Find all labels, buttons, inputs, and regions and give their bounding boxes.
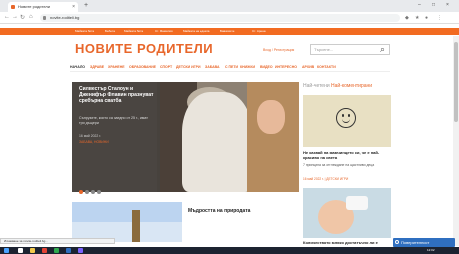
article-image[interactable] — [72, 202, 182, 242]
browser-tab-strip: Новите родители × + – □ × — [0, 0, 459, 12]
article-title[interactable]: Мъдростта на природата — [188, 208, 250, 214]
new-tab-button[interactable]: + — [84, 2, 88, 10]
menu-item[interactable]: СПОРТ — [160, 65, 172, 69]
menu-item[interactable]: АРХИВ — [302, 65, 314, 69]
sidebar-article-date: 16 май 2022 г. | ДЕТСКИ ИГРИ — [303, 177, 349, 181]
menu-item[interactable]: С ПЕТИ — [225, 65, 238, 69]
menu-item-home[interactable]: НАЧАЛО — [70, 65, 85, 69]
menu-item[interactable]: ВИДЕО — [260, 65, 273, 69]
hero-category[interactable]: ЗАБАВА, НОВИНИ — [79, 140, 109, 144]
top-strip-link[interactable]: Бебета — [105, 29, 115, 33]
close-window-button[interactable]: × — [446, 2, 449, 8]
top-strip-link[interactable]: Ст. Арена — [252, 29, 266, 33]
home-button[interactable]: ⌂ — [29, 14, 33, 20]
profile-icon[interactable]: ● — [425, 15, 428, 21]
sidebar-article-summary: 7 принципа за отглеждане на щастливи дец… — [303, 163, 375, 167]
app-icon[interactable] — [78, 248, 83, 253]
menu-item[interactable]: КНИЖКИ — [240, 65, 255, 69]
menu-item[interactable]: ИНТЕРЕСНО — [275, 65, 297, 69]
extension-icon[interactable]: ◆ — [405, 15, 409, 21]
search-icon[interactable] — [18, 248, 23, 253]
search-input[interactable]: Търсене... — [310, 44, 390, 55]
sidebar-article-title[interactable]: Количеството мляко достатъчно ли е — [303, 240, 403, 245]
hero-photo-person — [247, 82, 299, 192]
tab-most-commented[interactable]: Най-коментирани — [331, 83, 372, 89]
url-text: novite-roditeli.bg — [50, 15, 80, 20]
minimize-button[interactable]: – — [418, 2, 421, 8]
lock-icon — [43, 16, 46, 20]
slider-dot[interactable] — [97, 190, 101, 194]
browser-icon[interactable] — [42, 248, 47, 253]
clock: 12:02 — [427, 248, 435, 252]
site-logo[interactable]: НОВИТЕ РОДИТЕЛИ — [75, 41, 213, 56]
top-strip-link[interactable]: Бавачките — [220, 29, 234, 33]
search-icon[interactable]: ⌕ — [380, 44, 385, 55]
extension-icon[interactable]: ★ — [415, 15, 419, 21]
menu-item[interactable]: ДЕТСКИ ИГРИ — [176, 65, 200, 69]
hero-date: 16 май 2022 г. — [79, 134, 102, 138]
privacy-button[interactable]: Поверителност — [393, 238, 455, 247]
tab-most-read[interactable]: Най-четени — [303, 83, 330, 89]
browser-tab[interactable]: Новите родители × — [8, 2, 78, 12]
top-strip-link[interactable]: Майката на едната — [183, 29, 209, 33]
menu-item[interactable]: ОБРАЗОВАНИЕ — [129, 65, 156, 69]
menu-item[interactable]: ХРАНЕНЕ — [108, 65, 125, 69]
hero-title[interactable]: Силвестър Сталоун и Дженифър Флавин праз… — [79, 86, 159, 104]
scrollbar-thumb[interactable] — [454, 42, 458, 122]
slider-dot[interactable] — [79, 190, 83, 194]
menu-item[interactable]: ЗДРАВЕ — [90, 65, 104, 69]
hero-photo-face — [257, 100, 285, 134]
login-register-link[interactable]: Вход / Регистрация — [263, 48, 294, 52]
app-icon[interactable] — [54, 248, 59, 253]
privacy-icon — [395, 240, 399, 244]
menu-dots-icon[interactable]: ⋮ — [437, 15, 442, 21]
article-image-tree — [132, 210, 140, 242]
favicon-icon — [11, 5, 15, 9]
slider-dots — [79, 181, 103, 199]
menu-item[interactable]: ЗАБАВА — [205, 65, 220, 69]
address-bar-row: ← → ↻ ⌂ novite-roditeli.bg ◆ ★ ● ⋮ — [0, 12, 459, 24]
main-menu: НАЧАЛО ЗДРАВЕ ХРАНЕНЕ ОБРАЗОВАНИЕ СПОРТ … — [70, 64, 390, 72]
privacy-label: Поверителност — [401, 240, 430, 245]
app-icon[interactable] — [66, 248, 71, 253]
top-strip-link[interactable]: Майката бита — [75, 29, 94, 33]
smiley-icon — [336, 108, 356, 128]
forward-button[interactable]: → — [12, 14, 18, 20]
browser-status-bar: Изчакване за novite-roditeli.bg... — [0, 238, 115, 244]
start-icon[interactable] — [4, 248, 9, 253]
url-field[interactable]: novite-roditeli.bg — [40, 14, 400, 22]
os-taskbar: 12:02 — [0, 247, 459, 254]
bottle-photo — [346, 196, 368, 210]
sidebar-article-title[interactable]: Не казвай на мамчинцето си, че е най-кра… — [303, 150, 393, 160]
tab-close-icon[interactable]: × — [72, 2, 75, 12]
hero-text: Съпрузите, които са заедно от 25 г., има… — [79, 116, 148, 125]
top-strip-link[interactable]: Майката бита — [124, 29, 143, 33]
maximize-button[interactable]: □ — [432, 2, 435, 8]
hero-photo-horse — [182, 92, 252, 192]
reload-button[interactable]: ↻ — [20, 14, 25, 21]
slider-dot[interactable] — [91, 190, 95, 194]
slider-dot[interactable] — [85, 190, 89, 194]
top-strip: Майката бита Бебета Майката бита Ст. Фам… — [0, 28, 459, 35]
back-button[interactable]: ← — [4, 14, 10, 20]
folder-icon[interactable] — [30, 248, 35, 253]
tab-title: Новите родители — [18, 4, 50, 9]
sidebar-heading: Най-четени Най-коментирани — [303, 83, 372, 89]
top-strip-link[interactable]: Ст. Фамилия — [155, 29, 173, 33]
menu-item[interactable]: КОНТАКТИ — [317, 65, 336, 69]
